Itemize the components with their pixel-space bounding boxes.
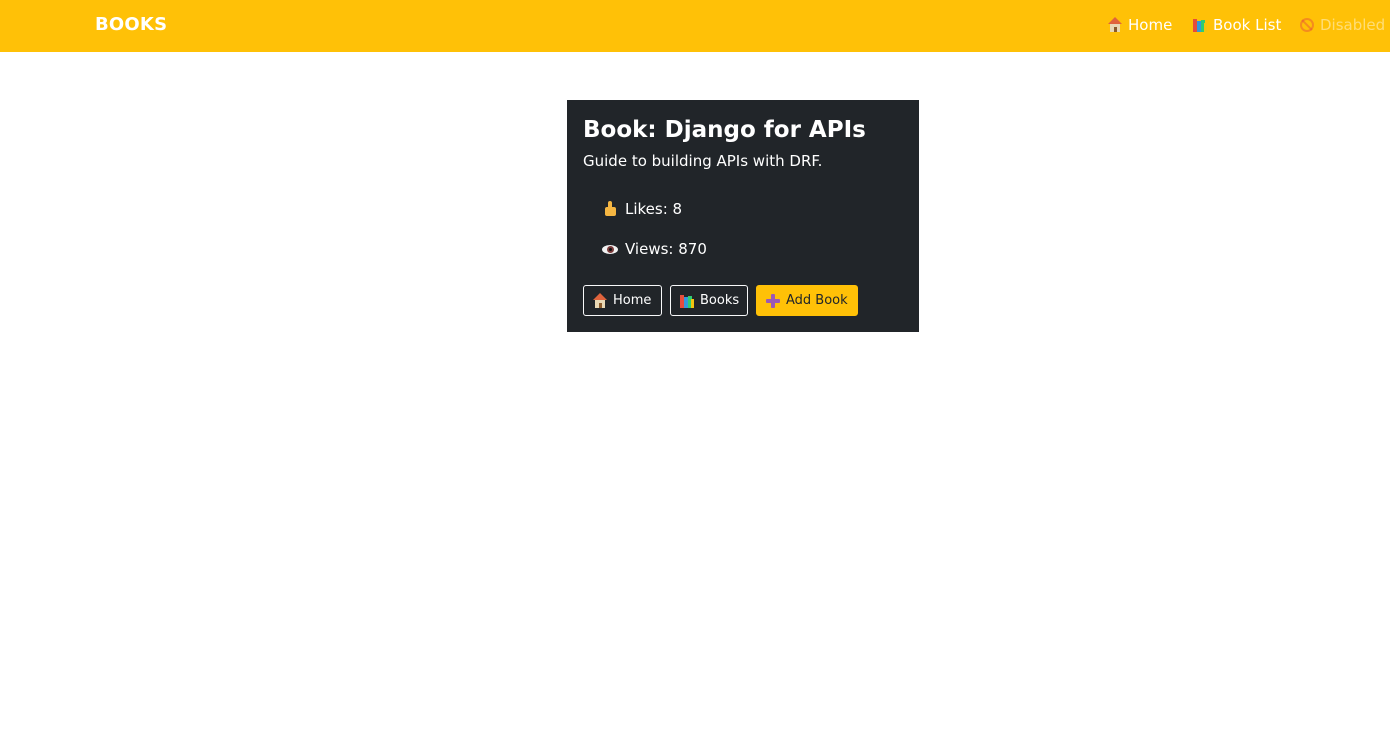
brand-logo[interactable]: BOOKS	[95, 14, 167, 35]
house-icon	[592, 292, 608, 309]
add-book-button-label: Add Book	[786, 293, 848, 308]
book-card: Book: Django for APIs Guide to building …	[567, 100, 919, 332]
nav-link-label: Disabled	[1320, 16, 1386, 34]
home-button-label: Home	[613, 293, 652, 308]
books-icon	[679, 293, 695, 309]
nav-link-disabled: Disabled	[1299, 16, 1385, 34]
home-button[interactable]: Home	[583, 285, 662, 316]
views-label: Views: 870	[625, 240, 707, 258]
likes-label: Likes: 8	[625, 200, 683, 218]
house-icon	[1107, 17, 1123, 33]
thumbs-up-icon	[602, 201, 618, 217]
eye-icon	[602, 241, 618, 257]
prohibited-icon	[1299, 17, 1315, 33]
card-title: Book: Django for APIs	[583, 117, 866, 143]
nav-link-label: Home	[1128, 16, 1173, 34]
nav-link-book-list[interactable]: Book List	[1192, 16, 1281, 34]
navbar: BOOKS Home Book List Disabled	[0, 0, 1390, 52]
books-button[interactable]: Books	[670, 285, 748, 316]
likes-stat: Likes: 8	[602, 200, 682, 218]
add-book-button[interactable]: Add Book	[756, 285, 858, 316]
nav-link-home[interactable]: Home	[1107, 16, 1172, 34]
views-stat: Views: 870	[602, 240, 707, 258]
books-button-label: Books	[700, 293, 740, 308]
card-description: Guide to building APIs with DRF.	[583, 152, 823, 170]
books-icon	[1192, 17, 1208, 33]
plus-icon	[765, 293, 781, 309]
nav-link-label: Book List	[1213, 16, 1282, 34]
